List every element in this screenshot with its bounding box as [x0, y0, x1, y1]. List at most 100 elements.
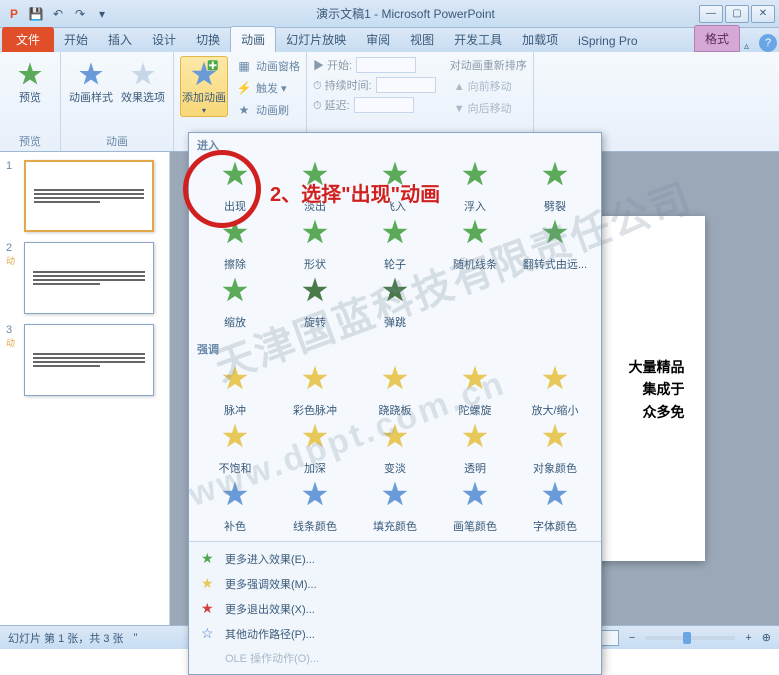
slide-thumb-2[interactable]: 2动	[6, 242, 163, 314]
qat-customize[interactable]: ▾	[92, 4, 112, 24]
group-preview: 预览 预览	[0, 52, 61, 151]
slide-thumb-3[interactable]: 3动	[6, 324, 163, 396]
enter-effect-4[interactable]: 劈裂	[515, 157, 595, 215]
minimize-button[interactable]: —	[699, 5, 723, 23]
start-input[interactable]	[356, 57, 416, 73]
window-controls: — ▢ ✕	[699, 5, 775, 23]
emphasis-effect-9[interactable]: 对象颜色	[515, 419, 595, 477]
animation-styles-button[interactable]: 动画样式	[67, 56, 115, 106]
close-button[interactable]: ✕	[751, 5, 775, 23]
animation-painter-button[interactable]: ★动画刷	[232, 100, 304, 120]
emphasis-effect-13[interactable]: 画笔颜色	[435, 477, 515, 535]
star-icon	[540, 421, 570, 458]
save-button[interactable]: 💾	[26, 4, 46, 24]
undo-button[interactable]: ↶	[48, 4, 68, 24]
star-icon	[220, 363, 250, 400]
slide-text: 大量精品 集成于 众多免	[629, 356, 685, 423]
more-motion-paths[interactable]: ☆其他动作路径(P)...	[189, 621, 601, 646]
more-emphasis-effects[interactable]: ★更多强调效果(M)...	[189, 571, 601, 596]
emphasis-effect-5[interactable]: 不饱和	[195, 419, 275, 477]
star-icon	[540, 363, 570, 400]
emphasis-effect-14[interactable]: 字体颜色	[515, 477, 595, 535]
emphasis-effect-4[interactable]: 放大/缩小	[515, 361, 595, 419]
star-yellow-icon: ★	[201, 575, 217, 592]
tab-transitions[interactable]: 切换	[186, 27, 230, 52]
tab-addins[interactable]: 加载项	[512, 27, 568, 52]
zoom-out-button[interactable]: −	[629, 632, 635, 644]
path-icon: ☆	[201, 625, 217, 642]
tab-ispring[interactable]: iSpring Pro	[568, 30, 647, 52]
more-exit-effects[interactable]: ★更多退出效果(X)...	[189, 596, 601, 621]
enter-effect-0[interactable]: 出现	[195, 157, 275, 215]
language-indicator[interactable]: "	[134, 632, 138, 644]
animation-gallery-dropdown: 进入 出现淡出飞入浮入劈裂擦除形状轮子随机线条翻转式由远...缩放旋转弹跳 强调…	[188, 132, 602, 675]
tab-slideshow[interactable]: 幻灯片放映	[276, 27, 356, 52]
tab-format[interactable]: 格式	[694, 25, 740, 52]
ribbon-tabs: 文件 开始 插入 设计 切换 动画 幻灯片放映 审阅 视图 开发工具 加载项 i…	[0, 28, 779, 52]
duration-input[interactable]	[376, 77, 436, 93]
emphasis-effect-0[interactable]: 脉冲	[195, 361, 275, 419]
emphasis-effect-3[interactable]: 陀螺旋	[435, 361, 515, 419]
emphasis-effects-grid: 脉冲彩色脉冲跷跷板陀螺旋放大/缩小不饱和加深变淡透明对象颜色补色线条颜色填充颜色…	[189, 359, 601, 541]
move-later-button[interactable]: ▼ 向后移动	[450, 98, 527, 118]
emphasis-effect-6[interactable]: 加深	[275, 419, 355, 477]
tab-file[interactable]: 文件	[2, 27, 54, 52]
preview-button[interactable]: 预览	[6, 56, 54, 106]
ribbon-minimize[interactable]: ▵	[740, 41, 753, 52]
tab-view[interactable]: 视图	[400, 27, 444, 52]
animation-pane-button[interactable]: ▦动画窗格	[232, 56, 304, 76]
more-enter-effects[interactable]: ★更多进入效果(E)...	[189, 546, 601, 571]
add-star-icon	[188, 58, 220, 90]
star-icon	[460, 479, 490, 516]
enter-effect-9[interactable]: 翻转式由远...	[515, 215, 595, 273]
enter-effect-11[interactable]: 旋转	[275, 273, 355, 331]
redo-button[interactable]: ↷	[70, 4, 90, 24]
star-icon	[460, 363, 490, 400]
emphasis-effect-10[interactable]: 补色	[195, 477, 275, 535]
star-icon	[380, 363, 410, 400]
add-animation-button[interactable]: 添加动画 ▾	[180, 56, 228, 117]
enter-effect-10[interactable]: 缩放	[195, 273, 275, 331]
emphasis-effect-12[interactable]: 填充颜色	[355, 477, 435, 535]
emphasis-effect-11[interactable]: 线条颜色	[275, 477, 355, 535]
effect-options-button[interactable]: 效果选项	[119, 56, 167, 106]
quick-access-toolbar: P 💾 ↶ ↷ ▾	[4, 4, 112, 24]
app-icon[interactable]: P	[4, 4, 24, 24]
zoom-thumb[interactable]	[683, 632, 691, 644]
slide-thumb-1[interactable]: 1	[6, 160, 163, 232]
help-button[interactable]: ?	[759, 34, 777, 52]
enter-effect-7[interactable]: 轮子	[355, 215, 435, 273]
emphasis-effect-8[interactable]: 透明	[435, 419, 515, 477]
star-icon	[380, 217, 410, 254]
enter-effect-12[interactable]: 弹跳	[355, 273, 435, 331]
maximize-button[interactable]: ▢	[725, 5, 749, 23]
tab-animations[interactable]: 动画	[230, 26, 276, 52]
enter-effect-5[interactable]: 擦除	[195, 215, 275, 273]
enter-effect-6[interactable]: 形状	[275, 215, 355, 273]
tab-insert[interactable]: 插入	[98, 27, 142, 52]
zoom-slider[interactable]	[645, 636, 735, 640]
slideshow-view-button[interactable]	[601, 630, 619, 646]
tab-home[interactable]: 开始	[54, 27, 98, 52]
start-label: ▶ 开始:	[313, 57, 352, 73]
emphasis-effect-2[interactable]: 跷跷板	[355, 361, 435, 419]
trigger-button[interactable]: ⚡触发 ▾	[232, 78, 304, 98]
emphasis-effect-1[interactable]: 彩色脉冲	[275, 361, 355, 419]
enter-effect-2[interactable]: 飞入	[355, 157, 435, 215]
zoom-in-button[interactable]: +	[745, 632, 751, 644]
tab-developer[interactable]: 开发工具	[444, 27, 512, 52]
fit-button[interactable]: ⊕	[762, 631, 771, 644]
ole-actions[interactable]: OLE 操作动作(O)...	[189, 646, 601, 670]
section-emphasis: 强调	[189, 337, 601, 359]
slide-thumbnails-panel[interactable]: 1 2动 3动	[0, 152, 170, 625]
delay-input[interactable]	[354, 97, 414, 113]
enter-effect-3[interactable]: 浮入	[435, 157, 515, 215]
emphasis-effect-7[interactable]: 变淡	[355, 419, 435, 477]
move-earlier-button[interactable]: ▲ 向前移动	[450, 76, 527, 96]
tab-review[interactable]: 审阅	[356, 27, 400, 52]
enter-effect-8[interactable]: 随机线条	[435, 215, 515, 273]
duration-label: ⏱ 持续时间:	[313, 77, 372, 93]
enter-effect-1[interactable]: 淡出	[275, 157, 355, 215]
tab-design[interactable]: 设计	[142, 27, 186, 52]
trigger-icon: ⚡	[236, 80, 252, 96]
